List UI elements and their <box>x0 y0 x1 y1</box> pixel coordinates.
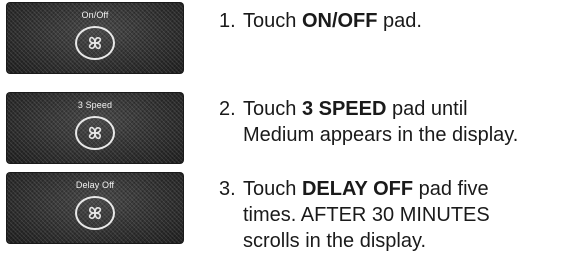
step-text-pre: Touch <box>243 10 302 32</box>
delay-off-pad[interactable]: Delay Off <box>6 172 184 244</box>
step-1-text: 1. Touch ON/OFF pad. <box>219 8 422 34</box>
fan-icon <box>88 206 102 220</box>
step-line: times. AFTER 30 MINUTES <box>243 204 490 226</box>
step-text-pre: Touch <box>243 98 302 120</box>
pad-label: On/Off <box>81 10 109 20</box>
step-line: Medium appears in the display. <box>243 124 519 146</box>
fan-icon <box>88 36 102 50</box>
instruction-page: { "steps": [ { "pad_label": "On/Off", "n… <box>0 0 565 257</box>
step-text-post: pad until <box>386 98 468 120</box>
step-text-post: pad. <box>377 10 422 32</box>
pad-label: 3 Speed <box>77 100 113 110</box>
step-line: scrolls in the display. <box>243 230 427 252</box>
step-pad-name: DELAY OFF <box>301 178 414 200</box>
fan-button <box>75 116 115 150</box>
fan-button <box>75 196 115 230</box>
step-line: 2. Touch 3 SPEED pad until <box>219 96 518 122</box>
step-line: 3. Touch DELAY OFF pad five <box>219 176 490 202</box>
step-3-text: 3. Touch DELAY OFF pad five times. AFTER … <box>219 176 490 254</box>
step-text-post: pad five <box>413 178 489 200</box>
on-off-pad[interactable]: On/Off <box>6 2 184 74</box>
step-pad-name: 3 SPEED <box>301 98 387 120</box>
pad-label: Delay Off <box>75 180 115 190</box>
step-number: 2. <box>219 98 236 120</box>
step-text-pre: Touch <box>243 178 302 200</box>
step-number: 1. <box>219 10 236 32</box>
step-number: 3. <box>219 178 236 200</box>
step-pad-name: ON/OFF <box>301 10 378 32</box>
three-speed-pad[interactable]: 3 Speed <box>6 92 184 164</box>
fan-button <box>75 26 115 60</box>
step-2-text: 2. Touch 3 SPEED pad until Medium appears… <box>219 96 518 148</box>
fan-icon <box>88 126 102 140</box>
